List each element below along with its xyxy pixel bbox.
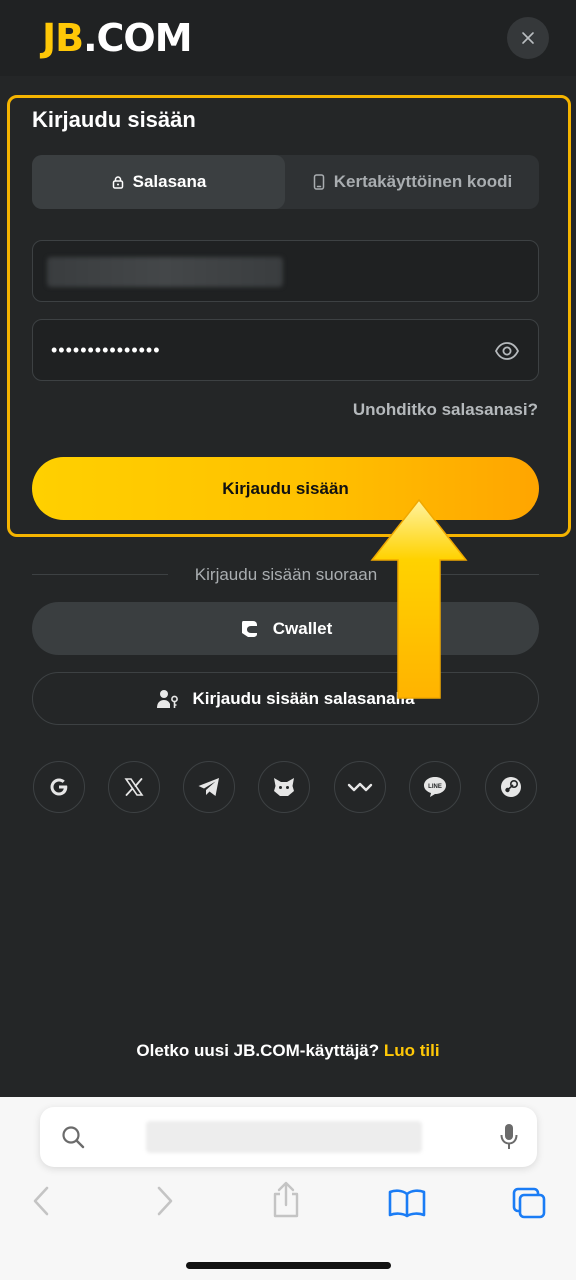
bookmarks-icon[interactable] [388,1188,426,1218]
signup-text: Oletko uusi JB.COM-käyttäjä? [136,1041,380,1060]
redacted-username [47,257,283,287]
divider-line-left [32,574,168,575]
share-icon[interactable] [270,1181,302,1219]
telegram-icon [198,778,219,796]
x-login-button[interactable] [108,761,160,813]
svg-text:LINE: LINE [428,784,442,790]
telegram-login-button[interactable] [183,761,235,813]
tab-one-time-code[interactable]: Kertakäyttöinen koodi [285,155,539,209]
line-login-button[interactable]: LINE [409,761,461,813]
cwallet-label: Cwallet [272,618,333,638]
direct-login-label: Kirjaudu sisään suoraan [194,565,378,584]
lock-icon [112,176,123,189]
tab-one-time-code-label: Kertakäyttöinen koodi [333,172,513,191]
signup-link[interactable]: Luo tili [384,1041,440,1060]
search-icon [62,1126,85,1149]
user-key-icon [157,689,179,708]
steam-icon [501,777,521,797]
password-input[interactable] [33,320,538,380]
password-field[interactable] [32,319,539,381]
username-field[interactable] [32,240,539,302]
signup-prompt: Oletko uusi JB.COM-käyttäjä? Luo tili [0,1041,576,1061]
browser-toolbar [0,1097,576,1280]
eye-icon[interactable] [494,338,520,364]
tab-password-label: Salasana [132,172,207,191]
home-indicator [186,1262,391,1269]
line-icon: LINE [424,777,446,797]
back-icon[interactable] [30,1184,52,1218]
tab-password[interactable]: Salasana [32,155,285,209]
google-login-button[interactable] [33,761,85,813]
x-icon [124,778,144,796]
walletconnect-icon [347,782,373,792]
google-icon [50,778,68,796]
login-submit-label: Kirjaudu sisään [222,478,349,498]
steam-login-button[interactable] [485,761,537,813]
phone-icon [313,174,324,190]
forward-icon[interactable] [154,1184,176,1218]
login-method-tabs: Salasana Kertakäyttöinen koodi [32,155,539,209]
walletconnect-login-button[interactable] [334,761,386,813]
redacted-url [146,1121,422,1153]
login-title: Kirjaudu sisään [32,107,196,132]
annotation-arrow [370,498,468,699]
jb-logo[interactable]: JB.COM [42,16,193,60]
address-bar[interactable] [40,1107,537,1167]
top-bar: JB.COM [0,0,576,76]
metamask-icon [274,778,294,796]
close-icon [522,32,534,44]
metamask-login-button[interactable] [258,761,310,813]
tabs-icon[interactable] [511,1186,547,1220]
cwallet-icon [241,620,257,637]
forgot-password-link[interactable]: Unohditko salasanasi? [340,400,538,420]
close-button[interactable] [507,17,549,59]
microphone-icon[interactable] [499,1122,519,1152]
